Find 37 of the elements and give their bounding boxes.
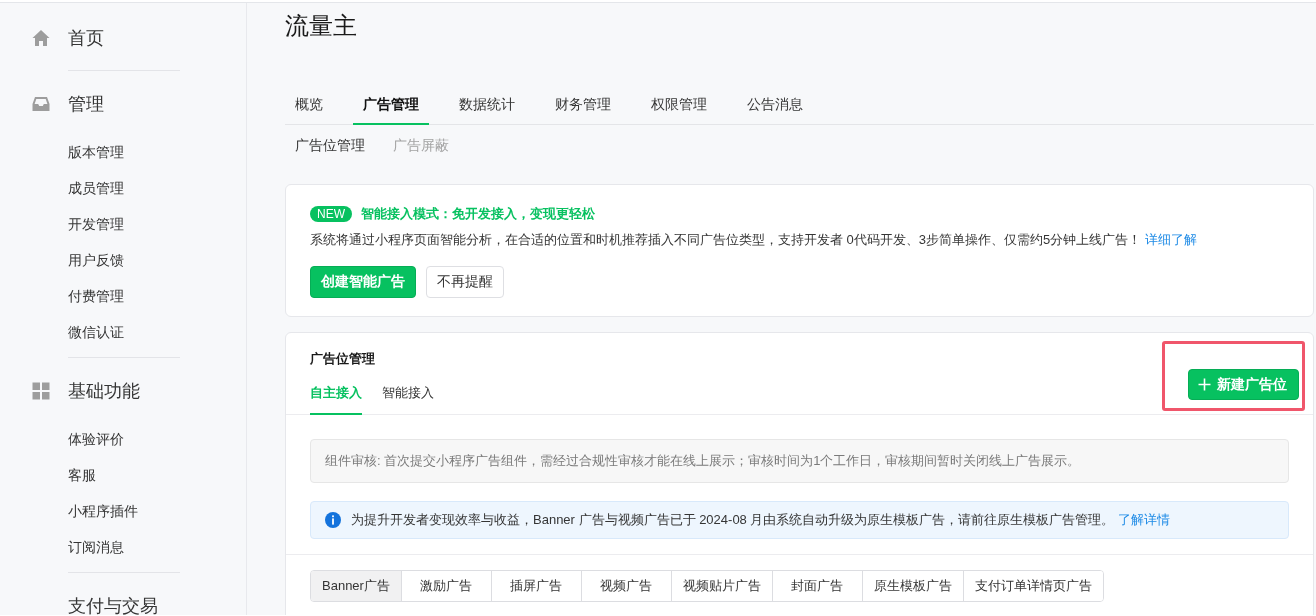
sidebar-item[interactable]: 订阅消息 [68,529,124,565]
sidebar-item[interactable]: 开发管理 [68,206,124,242]
sidebar-heading[interactable]: 首页 [68,27,104,49]
tab[interactable]: 概览 [285,87,333,125]
review-notice: 组件审核: 首次提交小程序广告组件，需经过合规性审核才能在线上展示；审核时间为1个工作日，审核期间暂时关闭线上广告展示。 [310,439,1289,483]
tab[interactable]: 智能接入 [382,383,434,415]
details-link[interactable]: 详细了解 [1145,232,1198,247]
sidebar-item[interactable]: 体验评价 [68,421,124,457]
info-icon [325,512,341,528]
tab[interactable]: 公告消息 [737,87,813,125]
ad-type-tab[interactable]: Banner广告 [311,571,402,601]
subtab[interactable]: 广告位管理 [295,135,365,155]
sidebar-item[interactable]: 成员管理 [68,170,124,206]
info-text: 为提升开发者变现效率与收益，Banner 广告与视频广告已于 2024-08 月由系统自动升级为原生模板广告，请前往原生模板广告管理。 了解详情 [351,511,1171,529]
page-title: 流量主 [285,11,357,41]
tab[interactable]: 数据统计 [449,87,525,125]
new-badge: NEW [310,206,352,222]
tab[interactable]: 权限管理 [641,87,717,125]
sidebar-item[interactable]: 微信认证 [68,314,124,350]
card-title: 广告位管理 [310,350,375,368]
home-icon [32,29,50,47]
tab[interactable]: 财务管理 [545,87,621,125]
promo-description: 系统将通过小程序页面智能分析，在合适的位置和时机推荐插入不同广告位类型，支持开发者 0代码开发、3步简单操作、仅需约5分钟上线广告！ 详细了解 [310,231,1199,249]
sidebar-item[interactable]: 版本管理 [68,134,124,170]
sidebar-heading[interactable]: 管理 [68,93,104,115]
sidebar-item[interactable]: 付费管理 [68,278,124,314]
dismiss-button[interactable]: 不再提醒 [426,266,504,298]
grid-icon [32,382,50,400]
sidebar-item[interactable]: 客服 [68,457,96,493]
sidebar-heading[interactable]: 基础功能 [68,380,140,402]
tab[interactable]: 广告管理 [353,87,429,125]
sidebar-item[interactable]: 用户反馈 [68,242,124,278]
sidebar-heading[interactable]: 支付与交易 [68,595,158,615]
plus-icon [1198,378,1211,391]
promo-title: 智能接入模式：免开发接入，变现更轻松 [361,205,595,223]
tray-icon [32,95,50,113]
sidebar-item[interactable]: 小程序插件 [68,493,138,529]
